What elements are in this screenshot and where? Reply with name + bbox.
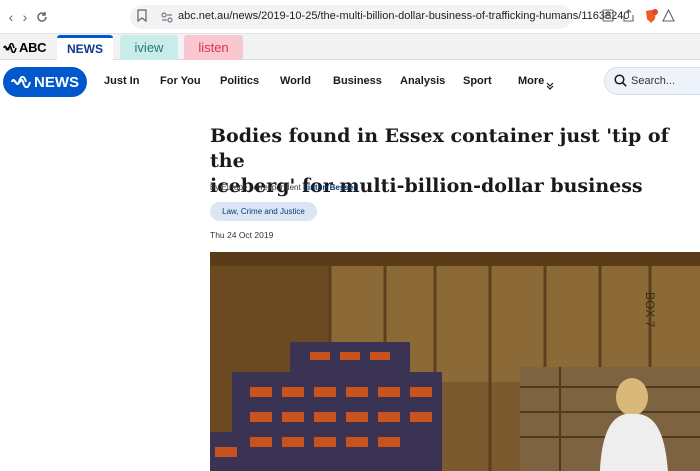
- chevron-down-icon[interactable]: [546, 77, 554, 95]
- nav-for-you[interactable]: For You: [160, 75, 201, 87]
- byline-author-link[interactable]: Linton Besser: [303, 183, 356, 192]
- hero-image: BOX 7: [210, 252, 700, 471]
- nav-politics[interactable]: Politics: [220, 75, 259, 87]
- byline-prefix: By Europe correspondent: [210, 183, 301, 192]
- url-text[interactable]: abc.net.au/news/2019-10-25/the-multi-bil…: [178, 10, 629, 22]
- bookmark-icon[interactable]: [137, 9, 147, 27]
- tab-news[interactable]: NEWS: [57, 35, 113, 60]
- topic-tag[interactable]: Law, Crime and Justice: [210, 202, 317, 221]
- share-icon[interactable]: [622, 9, 635, 27]
- abc-logo[interactable]: ABC: [3, 40, 47, 55]
- brave-shield-icon[interactable]: [644, 9, 658, 29]
- article-title-line-1: Bodies found in Essex container just 'ti…: [210, 125, 669, 172]
- search-input[interactable]: Search...: [631, 75, 675, 87]
- nav-sport[interactable]: Sport: [463, 75, 492, 87]
- forward-icon[interactable]: ›: [16, 8, 34, 26]
- box-label: BOX 7: [643, 292, 657, 328]
- abc-lissajous-icon: [11, 76, 31, 88]
- tab-iview[interactable]: iview: [120, 35, 178, 60]
- reader-mode-icon[interactable]: [602, 9, 614, 27]
- abc-lissajous-icon: [3, 42, 17, 53]
- rewards-icon[interactable]: [662, 8, 675, 27]
- nav-world[interactable]: World: [280, 75, 311, 87]
- abc-news-logo[interactable]: NEWS: [3, 67, 87, 97]
- reload-icon[interactable]: [33, 8, 51, 26]
- news-logo-text: NEWS: [34, 73, 79, 91]
- abc-logo-text: ABC: [19, 40, 47, 55]
- publish-date: Thu 24 Oct 2019: [210, 230, 274, 240]
- nav-more[interactable]: More: [518, 75, 544, 87]
- nav-analysis[interactable]: Analysis: [400, 75, 445, 87]
- nav-business[interactable]: Business: [333, 75, 382, 87]
- tab-listen[interactable]: listen: [184, 35, 243, 60]
- site-settings-icon[interactable]: [161, 10, 173, 28]
- search-icon[interactable]: [614, 74, 627, 92]
- byline: By Europe correspondent Linton Besser: [210, 183, 356, 192]
- nav-just-in[interactable]: Just In: [104, 75, 139, 87]
